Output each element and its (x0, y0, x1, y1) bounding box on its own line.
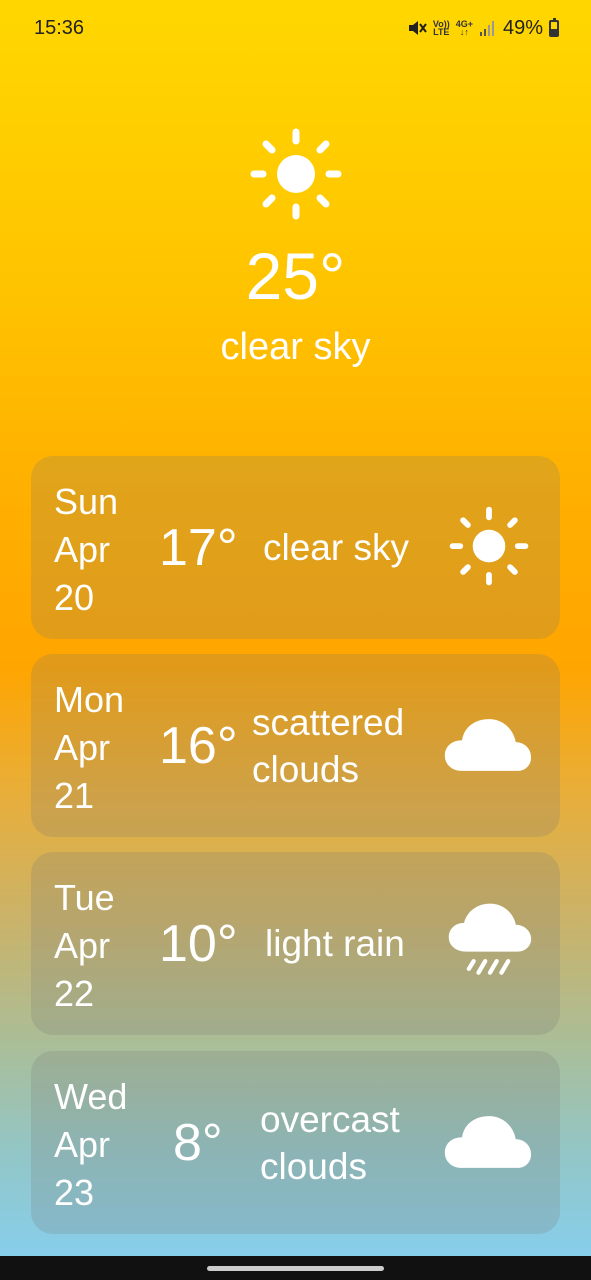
current-temperature: 25° (245, 239, 346, 313)
volte-icon: Vo)) LTE (432, 19, 450, 37)
forecast-card-wed[interactable]: Wed Apr 23 8° overcast clouds (31, 1051, 560, 1234)
forecast-description: light rain (265, 923, 405, 964)
forecast-temperature: 8° (173, 1113, 223, 1172)
forecast-date: Mon Apr 21 (54, 679, 125, 816)
navigation-bar (0, 1256, 591, 1280)
forecast-description: overcast clouds (260, 1098, 400, 1187)
status-icons: Vo)) LTE 4G+ ↓↑ 49% (407, 17, 559, 40)
network-4g-icon: 4G+ ↓↑ (455, 19, 473, 37)
forecast-temperature: 10° (159, 914, 238, 973)
battery-percent: 49% (502, 16, 543, 39)
forecast-card-sun[interactable]: Sun Apr 20 17° clear sky (31, 456, 560, 639)
sun-icon (250, 128, 342, 220)
forecast-date: Sun Apr 20 (54, 481, 119, 618)
current-description: clear sky (220, 326, 371, 368)
cloud-icon (444, 1116, 532, 1168)
signal-icon (479, 21, 494, 36)
forecast-card-mon[interactable]: Mon Apr 21 16° scattered clouds (31, 654, 560, 837)
forecast-description: scattered clouds (252, 701, 405, 790)
forecast-date: Wed Apr 23 (54, 1076, 128, 1213)
forecast-description: clear sky (263, 527, 409, 568)
rain-cloud-icon (448, 903, 532, 975)
mute-icon (408, 21, 427, 35)
forecast-temperature: 17° (159, 518, 238, 577)
forecast-date: Tue Apr 22 (54, 877, 115, 1014)
battery-icon (549, 17, 559, 37)
status-bar: 15:36 Vo)) LTE 4G+ ↓↑ 49% (0, 0, 591, 56)
status-time: 15:36 (34, 16, 85, 39)
cloud-icon (444, 719, 532, 771)
forecast-temperature: 16° (159, 716, 238, 775)
sun-icon (449, 506, 529, 586)
home-gesture-handle[interactable] (207, 1266, 384, 1271)
forecast-card-tue[interactable]: Tue Apr 22 10° light rain (31, 852, 560, 1035)
